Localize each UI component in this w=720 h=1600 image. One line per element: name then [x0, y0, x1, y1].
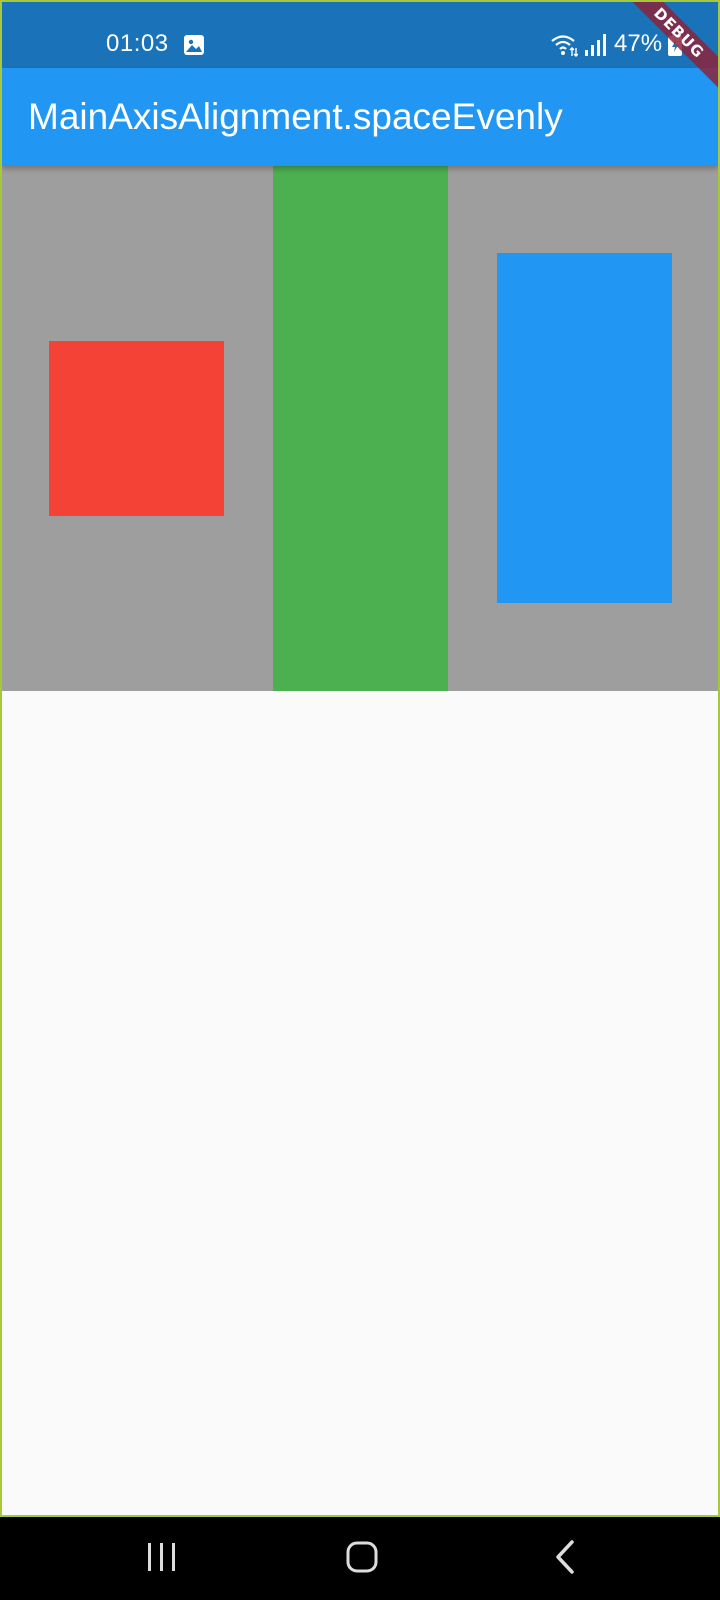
status-bar: 01:03 47% — [2, 2, 718, 68]
home-icon[interactable] — [342, 1537, 382, 1577]
battery-percentage: 47% — [614, 30, 663, 57]
wifi-icon — [551, 35, 578, 57]
blue-box — [497, 253, 672, 603]
signal-icon — [585, 34, 606, 56]
red-box — [49, 341, 224, 516]
app-bar: MainAxisAlignment.spaceEvenly — [2, 68, 718, 166]
back-icon[interactable] — [546, 1537, 586, 1577]
recents-icon[interactable] — [143, 1537, 183, 1577]
gallery-icon — [184, 35, 204, 55]
navigation-bar — [0, 1517, 720, 1600]
page-title: MainAxisAlignment.spaceEvenly — [28, 96, 563, 137]
status-time: 01:03 — [106, 30, 169, 57]
row-container — [2, 166, 718, 691]
green-box — [273, 166, 448, 691]
